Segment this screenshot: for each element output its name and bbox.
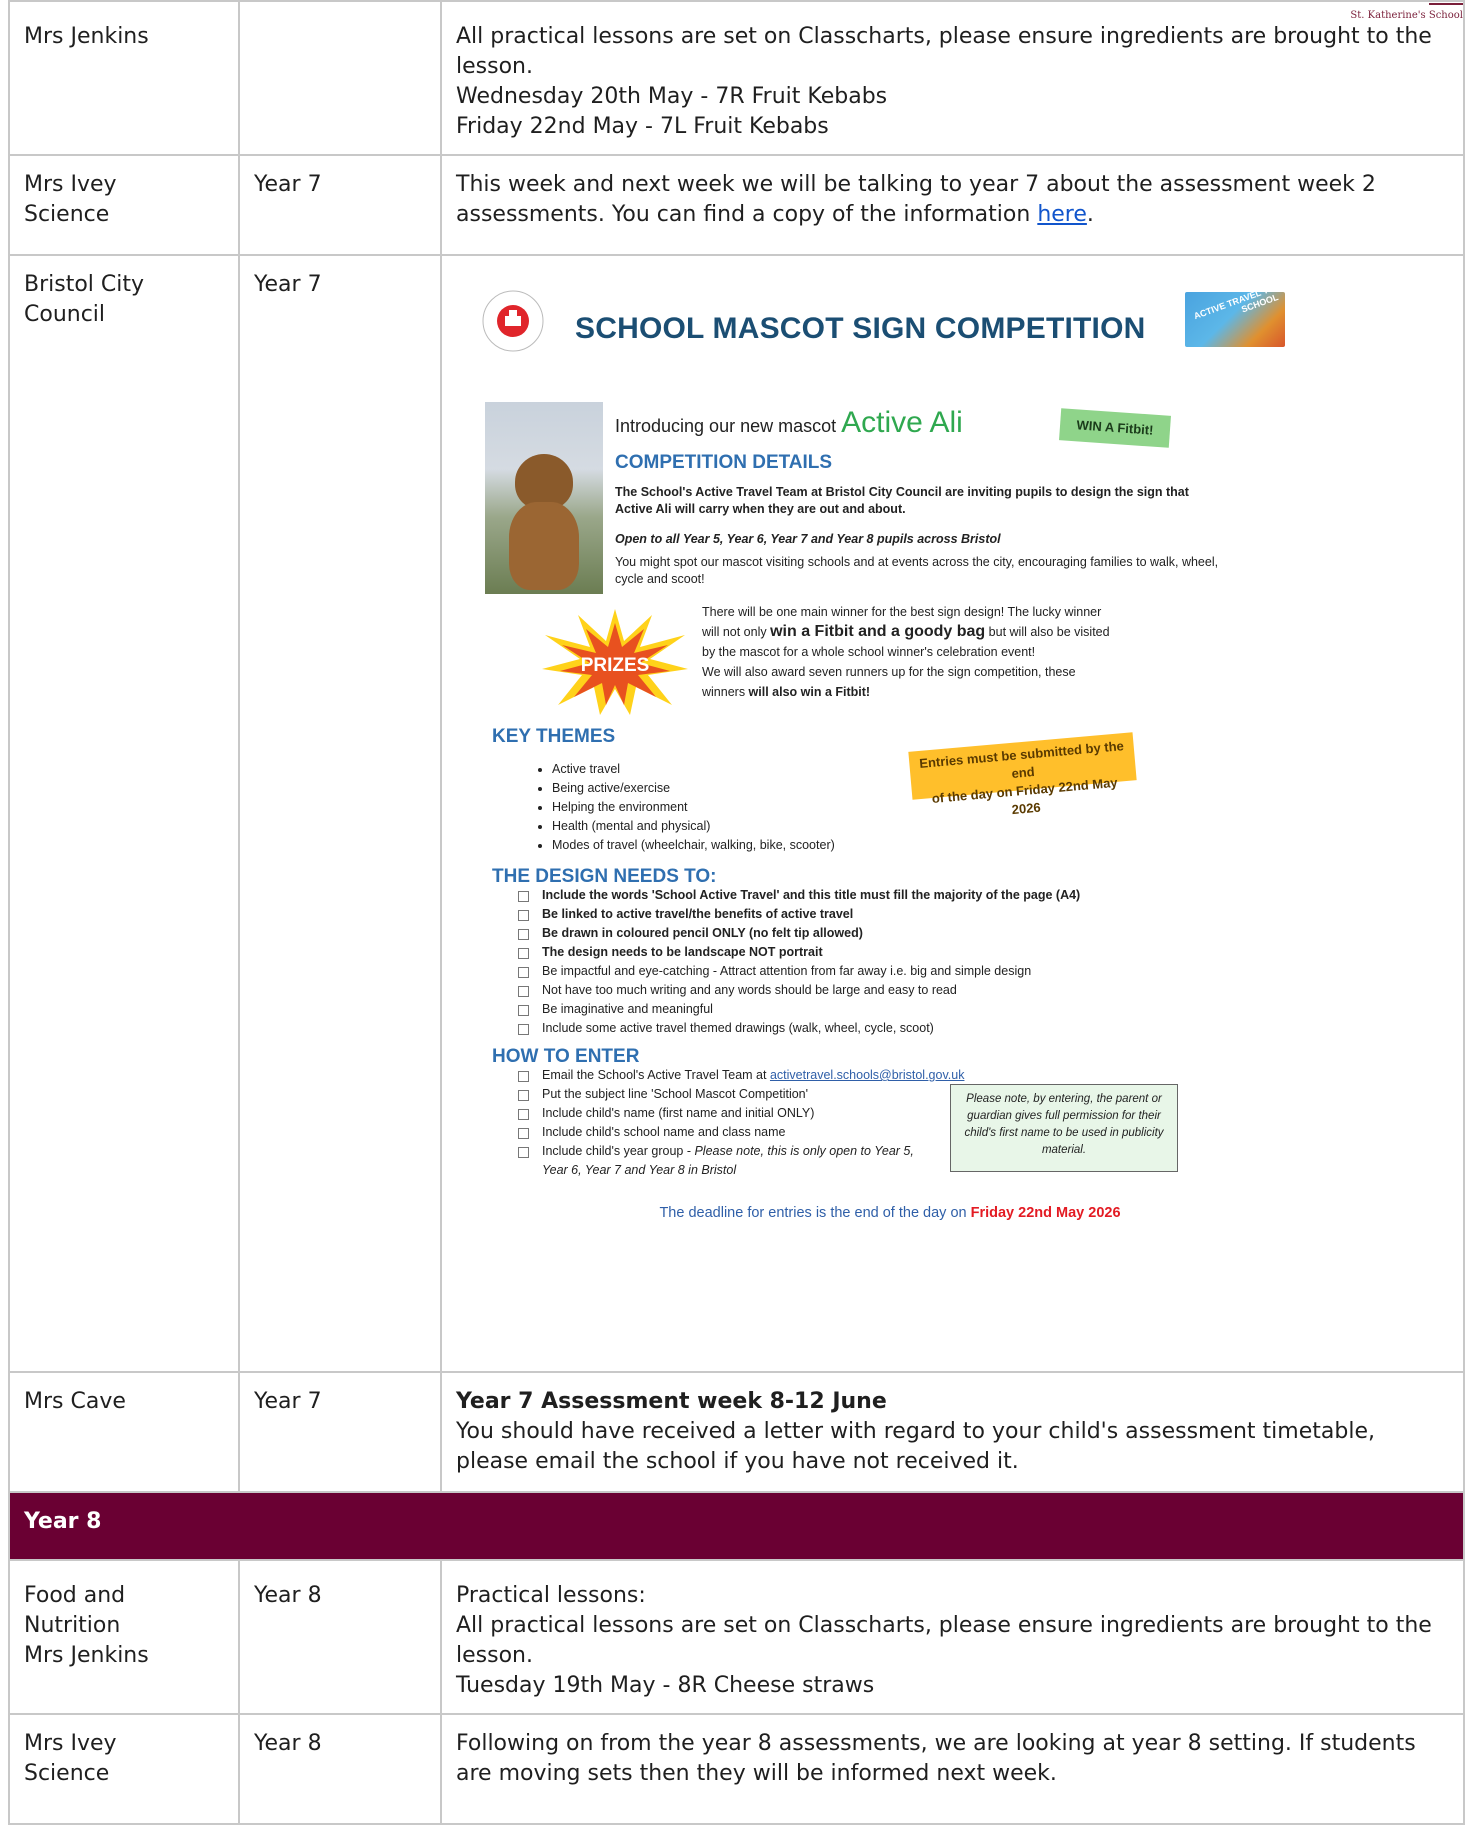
list-item: Helping the environment [552, 798, 835, 817]
list-item: Include the words 'School Active Travel'… [518, 886, 1080, 905]
list-item: Put the subject line 'School Mascot Comp… [518, 1085, 964, 1104]
section-title: Year 8 [8, 1491, 1465, 1561]
list-item: Health (mental and physical) [552, 817, 835, 836]
table-row: Mrs Ivey Science Year 7 This week and ne… [8, 154, 1465, 256]
table-row: Food and Nutrition Mrs Jenkins Year 8 Pr… [8, 1559, 1465, 1715]
prizes-starburst: PRIZES [542, 609, 688, 715]
how-to-enter-list: Email the School's Active Travel Team at… [518, 1066, 964, 1180]
mascot-photo [485, 402, 603, 594]
mascot-visit-text: You might spot our mascot visiting schoo… [615, 555, 1219, 586]
year-cell: Year 8 [238, 1559, 442, 1715]
competition-poster: SCHOOL MASCOT SIGN COMPETITION ACTIVE TR… [480, 272, 1300, 1237]
prizes-label: PRIZES [581, 655, 650, 676]
staff-cell: Mrs Cave [8, 1371, 240, 1493]
content-cell: Following on from the year 8 assessments… [440, 1713, 1465, 1825]
content-cell: SCHOOL MASCOT SIGN COMPETITION ACTIVE TR… [440, 254, 1465, 1373]
list-item: Be impactful and eye-catching - Attract … [518, 962, 1080, 981]
list-item: Not have too much writing and any words … [518, 981, 1080, 1000]
active-travel-badge: ACTIVE TRAVEL TO SCHOOL [1185, 283, 1285, 347]
staff-cell: Bristol City Council [8, 254, 240, 1373]
entries-deadline-note: Entries must be submitted by the end of … [908, 732, 1137, 817]
staff-cell: Mrs Ivey Science [8, 1713, 240, 1825]
mascot-body-shape [509, 502, 579, 590]
list-item: Modes of travel (wheelchair, walking, bi… [552, 836, 835, 855]
list-item: Include child's name (first name and ini… [518, 1104, 964, 1123]
list-item: Email the School's Active Travel Team at… [518, 1066, 964, 1085]
list-item: Include child's year group - Please note… [518, 1142, 938, 1180]
content-cell: All practical lessons are set on Classch… [440, 0, 1465, 156]
year-cell: Year 7 [238, 1371, 442, 1493]
year-cell: Year 8 [238, 1713, 442, 1825]
intro-text: Introducing our new mascot Active Ali [615, 406, 963, 439]
win-fitbit-tag: WIN A Fitbit! [1059, 408, 1171, 448]
deadline-text: The deadline for entries is the end of t… [659, 1205, 1121, 1221]
list-item: Include child's school name and class na… [518, 1123, 964, 1142]
year-cell: Year 7 [238, 154, 442, 256]
table-row: Bristol City Council Year 7 SCHOOL MASCO… [8, 254, 1465, 1373]
year-cell [238, 0, 442, 156]
permission-note: Please note, by entering, the parent or … [950, 1084, 1178, 1172]
list-item: Active travel [552, 760, 835, 779]
eligibility-text: Open to all Year 5, Year 6, Year 7 and Y… [615, 532, 1001, 546]
table-row: Mrs Cave Year 7 Year 7 Assessment week 8… [8, 1371, 1465, 1493]
staff-cell: Mrs Jenkins [8, 0, 240, 156]
list-item: Be imaginative and meaningful [518, 1000, 1080, 1019]
list-item: Being active/exercise [552, 779, 835, 798]
content-cell: Year 7 Assessment week 8-12 June You sho… [440, 1371, 1465, 1493]
table-row: Mrs Jenkins All practical lessons are se… [8, 0, 1465, 156]
mascot-name: Active Ali [841, 406, 963, 439]
key-themes-list: Active travel Being active/exercise Help… [512, 760, 835, 855]
content-cell: Practical lessons: All practical lessons… [440, 1559, 1465, 1715]
bristol-council-logo [482, 290, 544, 352]
competition-details-heading: COMPETITION DETAILS [615, 452, 833, 473]
list-item: Include some active travel themed drawin… [518, 1019, 1080, 1038]
table-row: Mrs Ivey Science Year 8 Following on fro… [8, 1713, 1465, 1825]
staff-cell: Mrs Ivey Science [8, 154, 240, 256]
staff-cell: Food and Nutrition Mrs Jenkins [8, 1559, 240, 1715]
competition-paragraph: The School's Active Travel Team at Brist… [615, 485, 1189, 516]
year-cell: Year 7 [238, 254, 442, 1373]
list-item: Be drawn in coloured pencil ONLY (no fel… [518, 924, 1080, 943]
list-item: Be linked to active travel/the benefits … [518, 905, 1080, 924]
list-item: The design needs to be landscape NOT por… [518, 943, 1080, 962]
poster-title: SCHOOL MASCOT SIGN COMPETITION [575, 312, 1146, 345]
assessment-heading: Year 7 Assessment week 8-12 June [456, 1389, 887, 1414]
email-link[interactable]: activetravel.schools@bristol.gov.uk [770, 1068, 964, 1082]
content-cell: This week and next week we will be talki… [440, 154, 1465, 256]
design-needs-list: Include the words 'School Active Travel'… [518, 886, 1080, 1038]
prize-text: There will be one main winner for the be… [702, 605, 1110, 699]
key-themes-heading: KEY THEMES [492, 726, 616, 747]
info-link[interactable]: here [1037, 202, 1087, 227]
section-header-year8: Year 8 [8, 1491, 1465, 1561]
newsletter-table: Mrs Jenkins All practical lessons are se… [8, 0, 1465, 1825]
